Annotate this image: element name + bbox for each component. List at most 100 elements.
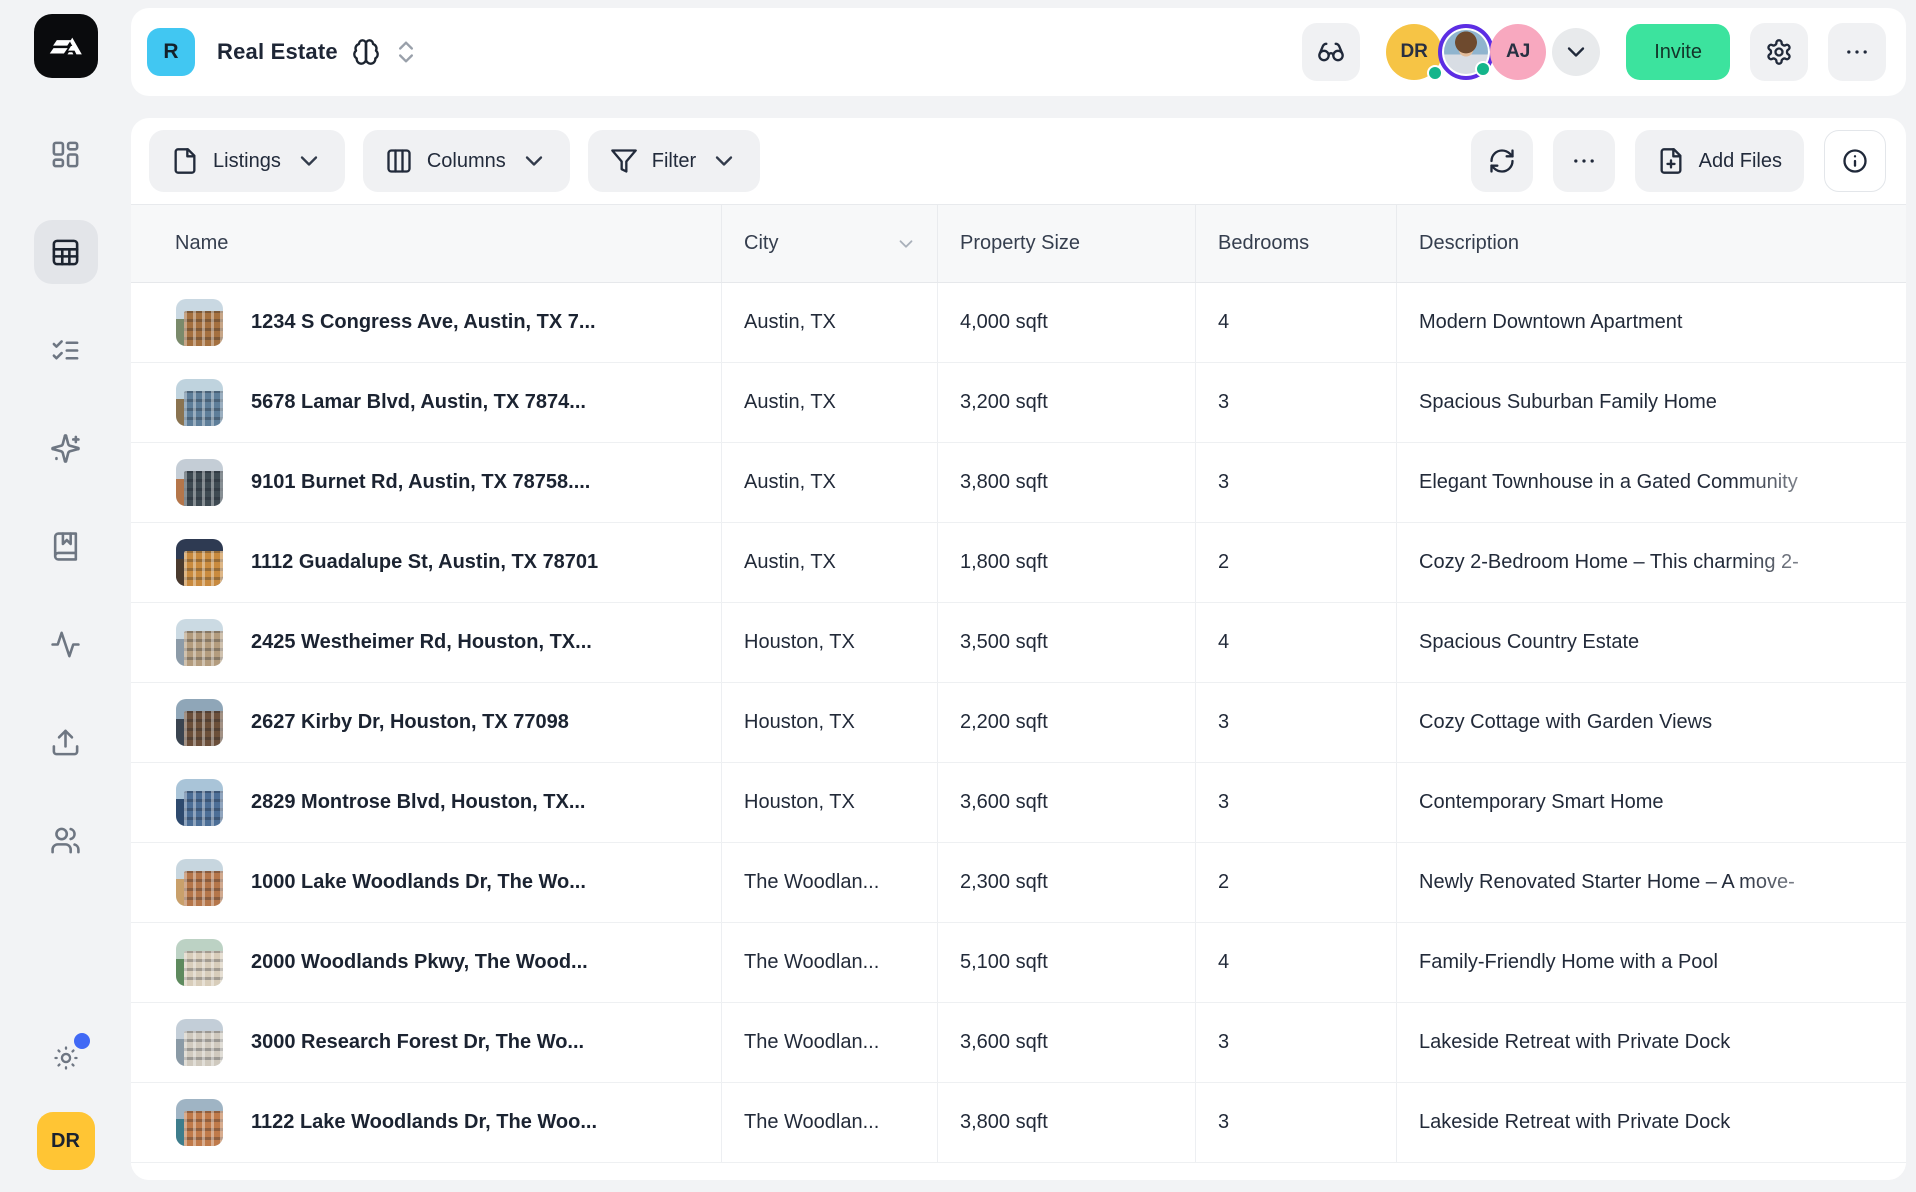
sort-chevron-icon[interactable]: [895, 233, 917, 255]
sidebar-item-tasks[interactable]: [34, 318, 98, 382]
description-cell[interactable]: Cozy Cottage with Garden Views: [1397, 683, 1906, 762]
invite-button[interactable]: Invite: [1626, 24, 1730, 80]
refresh-button[interactable]: [1471, 130, 1533, 192]
name-cell[interactable]: 2627 Kirby Dr, Houston, TX 77098: [131, 683, 722, 762]
city-cell[interactable]: The Woodlan...: [722, 1003, 938, 1082]
name-cell[interactable]: 1234 S Congress Ave, Austin, TX 7...: [131, 283, 722, 362]
city-cell[interactable]: Houston, TX: [722, 683, 938, 762]
bedrooms-cell[interactable]: 3: [1196, 1003, 1397, 1082]
description-cell[interactable]: Lakeside Retreat with Private Dock: [1397, 1003, 1906, 1082]
city-cell[interactable]: The Woodlan...: [722, 843, 938, 922]
name-cell[interactable]: 2829 Montrose Blvd, Houston, TX...: [131, 763, 722, 842]
size-cell[interactable]: 5,100 sqft: [938, 923, 1196, 1002]
theme-toggle-button[interactable]: [38, 1030, 94, 1086]
size-cell[interactable]: 3,600 sqft: [938, 763, 1196, 842]
size-cell[interactable]: 2,300 sqft: [938, 843, 1196, 922]
sidebar-item-library[interactable]: [34, 514, 98, 578]
table-row[interactable]: 1000 Lake Woodlands Dr, The Wo... The Wo…: [131, 843, 1906, 923]
app-logo[interactable]: [34, 14, 98, 78]
bedrooms-cell[interactable]: 3: [1196, 1083, 1397, 1162]
description-cell[interactable]: Cozy 2-Bedroom Home – This charming 2-: [1397, 523, 1906, 602]
workspace-badge[interactable]: R: [147, 28, 195, 76]
table-row[interactable]: 1122 Lake Woodlands Dr, The Woo... The W…: [131, 1083, 1906, 1163]
name-cell[interactable]: 1000 Lake Woodlands Dr, The Wo...: [131, 843, 722, 922]
name-cell[interactable]: 2425 Westheimer Rd, Houston, TX...: [131, 603, 722, 682]
column-header-name[interactable]: Name: [131, 205, 722, 282]
bedrooms-cell[interactable]: 4: [1196, 283, 1397, 362]
avatar-dr[interactable]: DR: [1386, 24, 1442, 80]
more-options-button[interactable]: [1828, 23, 1886, 81]
view-selector-button[interactable]: Listings: [149, 130, 345, 192]
city-cell[interactable]: Austin, TX: [722, 443, 938, 522]
column-header-city[interactable]: City: [722, 205, 938, 282]
city-cell[interactable]: Austin, TX: [722, 523, 938, 602]
name-cell[interactable]: 3000 Research Forest Dr, The Wo...: [131, 1003, 722, 1082]
name-cell[interactable]: 5678 Lamar Blvd, Austin, TX 7874...: [131, 363, 722, 442]
info-button[interactable]: [1824, 130, 1886, 192]
name-cell[interactable]: 9101 Burnet Rd, Austin, TX 78758....: [131, 443, 722, 522]
bedrooms-cell[interactable]: 4: [1196, 923, 1397, 1002]
description-cell[interactable]: Elegant Townhouse in a Gated Community: [1397, 443, 1906, 522]
table-row[interactable]: 2627 Kirby Dr, Houston, TX 77098 Houston…: [131, 683, 1906, 763]
bedrooms-cell[interactable]: 3: [1196, 443, 1397, 522]
table-row[interactable]: 2829 Montrose Blvd, Houston, TX... Houst…: [131, 763, 1906, 843]
table-row[interactable]: 2000 Woodlands Pkwy, The Wood... The Woo…: [131, 923, 1906, 1003]
column-header-description[interactable]: Description: [1397, 205, 1906, 282]
description-cell[interactable]: Newly Renovated Starter Home – A move-: [1397, 843, 1906, 922]
city-cell[interactable]: Austin, TX: [722, 283, 938, 362]
size-cell[interactable]: 4,000 sqft: [938, 283, 1196, 362]
avatars-expand-button[interactable]: [1552, 28, 1600, 76]
description-cell[interactable]: Spacious Country Estate: [1397, 603, 1906, 682]
table-row[interactable]: 3000 Research Forest Dr, The Wo... The W…: [131, 1003, 1906, 1083]
settings-button[interactable]: [1750, 23, 1808, 81]
bedrooms-cell[interactable]: 2: [1196, 523, 1397, 602]
city-cell[interactable]: Austin, TX: [722, 363, 938, 442]
workspace-selector-icon[interactable]: [392, 38, 420, 66]
table-row[interactable]: 5678 Lamar Blvd, Austin, TX 7874... Aust…: [131, 363, 1906, 443]
description-cell[interactable]: Lakeside Retreat with Private Dock: [1397, 1083, 1906, 1162]
table-row[interactable]: 1234 S Congress Ave, Austin, TX 7... Aus…: [131, 283, 1906, 363]
column-header-bedrooms[interactable]: Bedrooms: [1196, 205, 1397, 282]
name-cell[interactable]: 2000 Woodlands Pkwy, The Wood...: [131, 923, 722, 1002]
size-cell[interactable]: 3,200 sqft: [938, 363, 1196, 442]
description-cell[interactable]: Spacious Suburban Family Home: [1397, 363, 1906, 442]
table-more-button[interactable]: [1553, 130, 1615, 192]
avatar-photo[interactable]: [1438, 24, 1494, 80]
name-cell[interactable]: 1122 Lake Woodlands Dr, The Woo...: [131, 1083, 722, 1162]
sidebar-item-activity[interactable]: [34, 612, 98, 676]
name-cell[interactable]: 1112 Guadalupe St, Austin, TX 78701: [131, 523, 722, 602]
reader-view-button[interactable]: [1302, 23, 1360, 81]
size-cell[interactable]: 2,200 sqft: [938, 683, 1196, 762]
size-cell[interactable]: 3,500 sqft: [938, 603, 1196, 682]
avatar-aj[interactable]: AJ: [1490, 24, 1546, 80]
table-row[interactable]: 1112 Guadalupe St, Austin, TX 78701 Aust…: [131, 523, 1906, 603]
description-cell[interactable]: Family-Friendly Home with a Pool: [1397, 923, 1906, 1002]
bedrooms-cell[interactable]: 4: [1196, 603, 1397, 682]
bedrooms-cell[interactable]: 3: [1196, 763, 1397, 842]
table-row[interactable]: 9101 Burnet Rd, Austin, TX 78758.... Aus…: [131, 443, 1906, 523]
columns-button[interactable]: Columns: [363, 130, 570, 192]
sidebar-item-upload[interactable]: [34, 710, 98, 774]
size-cell[interactable]: 3,800 sqft: [938, 1083, 1196, 1162]
sidebar-item-dashboard[interactable]: [34, 122, 98, 186]
sidebar-item-members[interactable]: [34, 808, 98, 872]
city-cell[interactable]: The Woodlan...: [722, 923, 938, 1002]
size-cell[interactable]: 1,800 sqft: [938, 523, 1196, 602]
filter-button[interactable]: Filter: [588, 130, 760, 192]
sidebar-item-table[interactable]: [34, 220, 98, 284]
bedrooms-cell[interactable]: 3: [1196, 683, 1397, 762]
sidebar-item-ai[interactable]: [34, 416, 98, 480]
bedrooms-cell[interactable]: 2: [1196, 843, 1397, 922]
description-cell[interactable]: Contemporary Smart Home: [1397, 763, 1906, 842]
description-cell[interactable]: Modern Downtown Apartment: [1397, 283, 1906, 362]
bedrooms-cell[interactable]: 3: [1196, 363, 1397, 442]
size-cell[interactable]: 3,600 sqft: [938, 1003, 1196, 1082]
column-header-property-size[interactable]: Property Size: [938, 205, 1196, 282]
table-row[interactable]: 2425 Westheimer Rd, Houston, TX... Houst…: [131, 603, 1906, 683]
city-cell[interactable]: Houston, TX: [722, 763, 938, 842]
size-cell[interactable]: 3,800 sqft: [938, 443, 1196, 522]
brain-icon[interactable]: [352, 38, 380, 66]
city-cell[interactable]: The Woodlan...: [722, 1083, 938, 1162]
city-cell[interactable]: Houston, TX: [722, 603, 938, 682]
add-files-button[interactable]: Add Files: [1635, 130, 1804, 192]
